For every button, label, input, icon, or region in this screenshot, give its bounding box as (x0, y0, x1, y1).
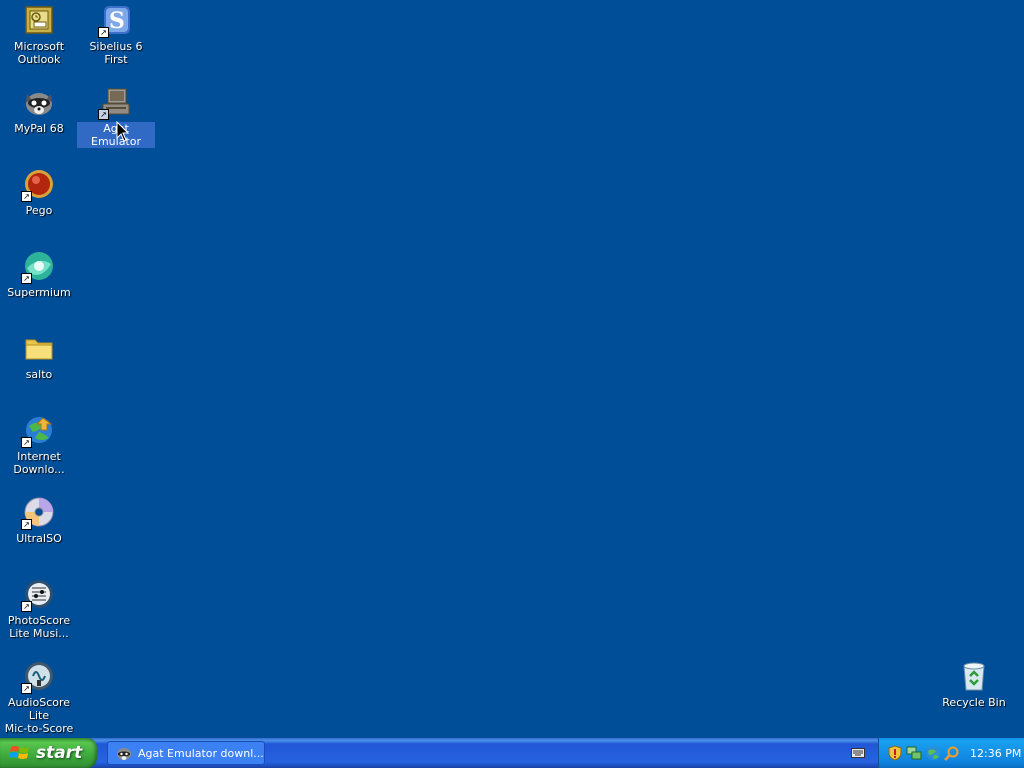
taskbar-task-label: Agat Emulator downl... (138, 746, 264, 760)
desktop-icon-supermium[interactable]: ↗ Supermium (0, 246, 78, 326)
windows-logo-icon (10, 746, 29, 759)
desktop-icon-sibelius-6-first[interactable]: S ↗ Sibelius 6 First (77, 0, 155, 80)
globe-icon[interactable] (925, 745, 941, 761)
desktop-icon-mypal-68[interactable]: MyPal 68 (0, 82, 78, 162)
clock[interactable]: 12:36 PM (970, 747, 1021, 760)
agat-emulator-icon: ↗ (98, 86, 132, 120)
shortcut-arrow-icon: ↗ (21, 273, 32, 284)
desktop-icon-label: salto (25, 368, 53, 381)
folder-icon (23, 332, 55, 364)
pego-icon: ↗ (21, 168, 55, 202)
desktop-icon-label: UltraISO (16, 532, 62, 545)
shortcut-arrow-icon: ↗ (21, 191, 32, 202)
start-button[interactable]: start (0, 738, 97, 768)
desktop-icon-label: Sibelius 6 First (89, 40, 143, 66)
mouse-cursor-icon (116, 121, 130, 142)
desktop-icon-label: Recycle Bin (942, 696, 1006, 709)
desktop-icon-audioscore-lite[interactable]: ↗ AudioScore Lite Mic-to-Score (0, 656, 78, 736)
desktop-icon-label: Supermium (7, 286, 71, 299)
internet-download-icon: ↗ (21, 414, 55, 448)
outlook-icon (23, 4, 55, 36)
mypal-icon (23, 86, 55, 118)
desktop-icon-salto[interactable]: salto (0, 328, 78, 408)
start-label: start (36, 743, 83, 763)
network-icon[interactable] (906, 745, 922, 761)
supermium-icon: ↗ (21, 250, 55, 284)
desktop[interactable]: Microsoft Outlook S ↗ Sibelius 6 First M… (0, 0, 1024, 738)
ultraiso-icon: ↗ (21, 496, 55, 530)
shortcut-arrow-icon: ↗ (21, 601, 32, 612)
desktop-icon-label: Microsoft Outlook (13, 40, 65, 66)
sibelius-icon: S ↗ (98, 4, 132, 38)
desktop-icon-recycle-bin[interactable]: Recycle Bin (935, 656, 1013, 736)
audioscore-icon: ↗ (21, 660, 55, 694)
svg-text:S: S (109, 8, 125, 34)
photoscore-icon: ↗ (21, 578, 55, 612)
shortcut-arrow-icon: ↗ (21, 519, 32, 530)
recycle-bin-icon (958, 660, 990, 692)
taskbar: start Agat Emulator downl... 12:36 PM (0, 738, 1024, 768)
shortcut-arrow-icon: ↗ (98, 27, 109, 38)
security-shield-icon[interactable] (887, 745, 903, 761)
desktop-icon-label: Internet Downlo... (13, 450, 65, 476)
search-icon[interactable] (944, 745, 960, 761)
shortcut-arrow-icon: ↗ (21, 683, 32, 694)
raccoon-icon (117, 748, 131, 760)
taskbar-task-agat-emulator[interactable]: Agat Emulator downl... (107, 741, 265, 765)
desktop-icon-pego[interactable]: ↗ Pego (0, 164, 78, 244)
desktop-icon-ultraiso[interactable]: ↗ UltraISO (0, 492, 78, 572)
desktop-icon-photoscore-lite[interactable]: ↗ PhotoScore Lite Musi... (0, 574, 78, 654)
system-tray: 12:36 PM (878, 738, 1024, 768)
desktop-icon-label: Pego (25, 204, 53, 217)
desktop-icon-internet-download-manager[interactable]: ↗ Internet Downlo... (0, 410, 78, 490)
keyboard-icon[interactable] (851, 747, 865, 759)
desktop-icon-label: AudioScore Lite Mic-to-Score (4, 696, 74, 735)
desktop-icon-microsoft-outlook[interactable]: Microsoft Outlook (0, 0, 78, 80)
shortcut-arrow-icon: ↗ (21, 437, 32, 448)
desktop-icon-label: PhotoScore Lite Musi... (7, 614, 71, 640)
shortcut-arrow-icon: ↗ (98, 109, 109, 120)
desktop-icon-label: MyPal 68 (14, 122, 64, 135)
